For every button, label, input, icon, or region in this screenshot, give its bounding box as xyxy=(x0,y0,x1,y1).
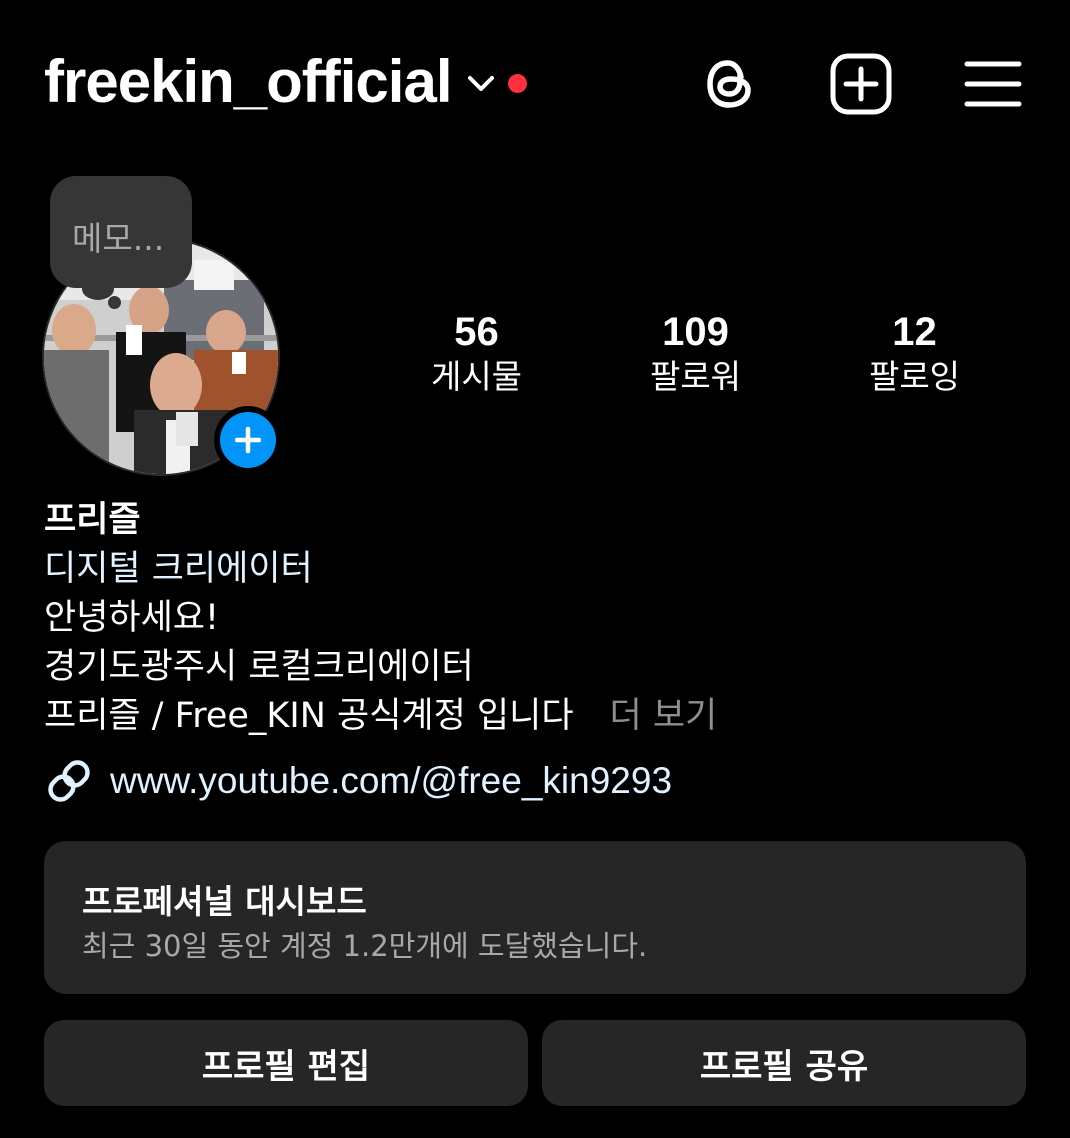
note-bubble-tail-dot xyxy=(108,296,121,309)
profile-bio: 프리즐 디지털 크리에이터 안녕하세요! 경기도광주시 로컬크리에이터 프리즐 … xyxy=(44,496,1034,741)
dashboard-subtitle: 최근 30일 동안 계정 1.2만개에 도달했습니다. xyxy=(82,929,648,963)
more-link[interactable]: 더 보기 xyxy=(610,696,718,736)
chevron-down-icon xyxy=(467,76,494,91)
stat-followers-label: 팔로워 xyxy=(649,357,742,396)
edit-profile-button[interactable]: 프로필 편집 xyxy=(44,1020,528,1106)
dashboard-title: 프로페셔널 대시보드 xyxy=(82,882,367,921)
profile-stats: 56 게시물 109 팔로워 12 팔로잉 xyxy=(367,308,1025,408)
stat-followers[interactable]: 109 팔로워 xyxy=(586,308,805,408)
account-switcher[interactable]: freekin_official xyxy=(44,50,527,114)
display-name: 프리즐 xyxy=(44,500,141,540)
bio-line-last: 프리즐 / Free_KIN 공식계정 입니다 더 보기 xyxy=(44,692,1034,741)
bio-link-text: www.youtube.com/@free_kin9293 xyxy=(110,760,673,801)
bio-link[interactable]: www.youtube.com/@free_kin9293 xyxy=(44,756,672,806)
bio-line-text: 프리즐 / Free_KIN 공식계정 입니다 xyxy=(44,696,574,736)
profile-header: freekin_official xyxy=(44,38,1026,128)
bio-line: 경기도광주시 로컬크리에이터 xyxy=(44,647,474,687)
note-placeholder: 메모... xyxy=(72,219,165,258)
stat-following-count: 12 xyxy=(892,310,937,354)
profile-category: 디지털 크리에이터 xyxy=(44,549,313,589)
add-story-button[interactable] xyxy=(214,406,282,474)
professional-dashboard-card[interactable]: 프로페셔널 대시보드 최근 30일 동안 계정 1.2만개에 도달했습니다. xyxy=(44,841,1026,994)
stat-posts-label: 게시물 xyxy=(430,357,523,396)
stat-posts[interactable]: 56 게시물 xyxy=(367,308,586,408)
plus-icon xyxy=(234,426,262,454)
notification-dot xyxy=(507,73,527,93)
add-story-circle xyxy=(220,412,276,468)
profile-actions: 프로필 편집 프로필 공유 xyxy=(44,1020,1026,1106)
stat-following[interactable]: 12 팔로잉 xyxy=(805,308,1024,408)
hamburger-menu-icon[interactable] xyxy=(964,58,1022,110)
threads-icon[interactable] xyxy=(700,54,760,114)
username: freekin_official xyxy=(44,48,452,115)
share-profile-button[interactable]: 프로필 공유 xyxy=(542,1020,1026,1106)
bio-line: 안녕하세요! xyxy=(44,598,220,638)
stat-followers-count: 109 xyxy=(662,310,729,354)
stat-following-label: 팔로잉 xyxy=(868,357,961,396)
stat-posts-count: 56 xyxy=(454,310,499,354)
note-bubble[interactable]: 메모... xyxy=(50,176,192,288)
link-icon xyxy=(48,760,90,802)
create-post-icon[interactable] xyxy=(829,52,893,116)
